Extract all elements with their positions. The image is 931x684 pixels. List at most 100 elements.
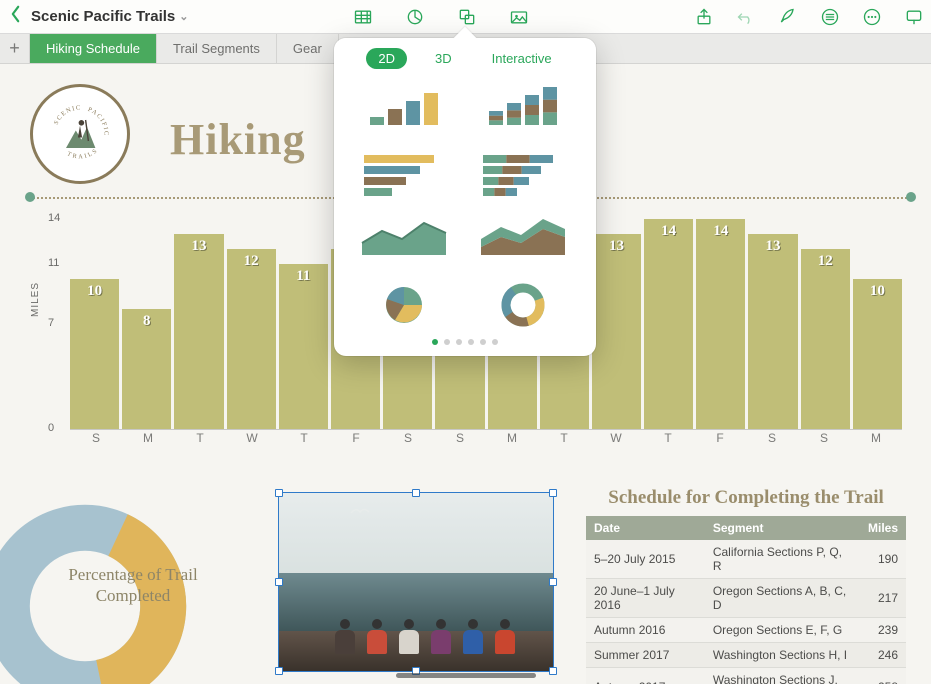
table-header[interactable]: Miles	[860, 516, 906, 540]
selection-handle[interactable]	[412, 489, 420, 497]
table-row[interactable]: 5–20 July 2015California Sections P, Q, …	[586, 540, 906, 579]
bar[interactable]: 8	[122, 309, 171, 429]
bar[interactable]: 12	[227, 249, 276, 429]
logo-badge: SCENIC PACIFIC TRAILS	[30, 84, 130, 184]
page-dot[interactable]	[432, 339, 438, 345]
insert-chart-button[interactable]	[404, 6, 426, 28]
chart-popover-tab[interactable]: Interactive	[480, 48, 564, 69]
bar[interactable]: 11	[279, 264, 328, 429]
add-sheet-button[interactable]: +	[0, 34, 30, 63]
page-dot[interactable]	[480, 339, 486, 345]
chart-thumb-bar-horizontal-stacked[interactable]	[477, 149, 569, 199]
table-header[interactable]: Date	[586, 516, 705, 540]
x-tick: T	[278, 431, 330, 445]
bar[interactable]: 10	[70, 279, 119, 429]
back-button[interactable]	[6, 5, 25, 29]
table-cell: 217	[860, 578, 906, 617]
bar[interactable]: 13	[748, 234, 797, 429]
y-tick: 7	[48, 317, 54, 329]
table-cell: 20 June–1 July 2016	[586, 578, 705, 617]
undo-button[interactable]	[735, 6, 757, 28]
selection-handle[interactable]	[275, 578, 283, 586]
new-comment-button[interactable]	[903, 6, 925, 28]
schedule-title: Schedule for Completing the Trail	[586, 487, 906, 510]
organize-button[interactable]	[819, 6, 841, 28]
chevron-left-icon	[10, 5, 21, 23]
sheet-tab[interactable]: Hiking Schedule	[30, 34, 157, 63]
x-tick: T	[174, 431, 226, 445]
chart-thumb-donut[interactable]	[477, 277, 569, 327]
table-cell: 190	[860, 540, 906, 579]
page-title: Hiking	[170, 114, 306, 165]
chart-thumb-pie[interactable]	[358, 277, 450, 327]
table-row[interactable]: Autumn 2017Washington Sections J, K, L25…	[586, 667, 906, 684]
page-dot[interactable]	[444, 339, 450, 345]
y-tick: 11	[48, 257, 59, 269]
document-title[interactable]: Scenic Pacific Trails ⌄	[31, 8, 188, 25]
table-cell: 258	[860, 667, 906, 684]
table-row[interactable]: Autumn 2016Oregon Sections E, F, G239	[586, 617, 906, 642]
bar-value-label: 12	[227, 253, 276, 270]
table-row[interactable]: 20 June–1 July 2016Oregon Sections A, B,…	[586, 578, 906, 617]
chart-popover-tab[interactable]: 3D	[423, 48, 464, 69]
chart-thumb-area-stacked[interactable]	[477, 213, 569, 263]
selection-handle[interactable]	[549, 578, 557, 586]
bar[interactable]: 14	[696, 219, 745, 429]
insert-table-button[interactable]	[352, 6, 374, 28]
insert-media-button[interactable]	[508, 6, 530, 28]
page-indicator[interactable]	[334, 331, 596, 355]
y-axis-label: MILES	[30, 281, 41, 316]
selection-handle[interactable]	[549, 667, 557, 675]
x-tick: S	[746, 431, 798, 445]
x-tick: S	[382, 431, 434, 445]
bar[interactable]: 13	[592, 234, 641, 429]
chart-popover-tab[interactable]: 2D	[366, 48, 407, 69]
undo-icon	[736, 7, 756, 27]
page-dot[interactable]	[468, 339, 474, 345]
format-brush-icon	[778, 7, 798, 27]
chevron-down-icon: ⌄	[179, 10, 188, 23]
sheet-tab[interactable]: Gear	[277, 34, 339, 63]
schedule-table[interactable]: DateSegmentMiles 5–20 July 2015Californi…	[586, 516, 906, 684]
selection-handle[interactable]	[275, 667, 283, 675]
bar-value-label: 13	[748, 238, 797, 255]
shapes-icon	[457, 7, 477, 27]
table-cell: 239	[860, 617, 906, 642]
bar[interactable]: 14	[644, 219, 693, 429]
svg-text:SCENIC: SCENIC	[53, 104, 82, 125]
person-silhouette	[398, 619, 420, 659]
selection-handle[interactable]	[549, 489, 557, 497]
page-dot[interactable]	[456, 339, 462, 345]
insert-shape-button[interactable]	[456, 6, 478, 28]
x-tick: M	[850, 431, 902, 445]
chart-icon	[405, 7, 425, 27]
sheet-tab[interactable]: Trail Segments	[157, 34, 277, 63]
more-button[interactable]	[861, 6, 883, 28]
chart-thumb-bar-vertical-stacked[interactable]	[477, 85, 569, 135]
x-axis: SMTWTFSSMTWTFSSM	[70, 431, 902, 445]
x-axis-line	[70, 429, 902, 430]
selection-handle[interactable]	[275, 489, 283, 497]
table-row[interactable]: Summer 2017Washington Sections H, I246	[586, 642, 906, 667]
chart-thumb-bar-vertical[interactable]	[358, 85, 450, 135]
person-silhouette	[366, 619, 388, 659]
bar[interactable]: 10	[853, 279, 902, 429]
bar[interactable]: 13	[174, 234, 223, 429]
bar-value-label: 8	[122, 313, 171, 330]
format-brush-button[interactable]	[777, 6, 799, 28]
donut-label: Percentage of Trail Completed	[68, 564, 198, 607]
table-header[interactable]: Segment	[705, 516, 860, 540]
app-window: Scenic Pacific Trails ⌄	[0, 0, 931, 684]
bar-value-label: 10	[70, 283, 119, 300]
table-icon	[353, 7, 373, 27]
x-tick: S	[798, 431, 850, 445]
bar[interactable]: 12	[801, 249, 850, 429]
person-silhouette	[494, 619, 516, 659]
x-tick: F	[694, 431, 746, 445]
chart-thumb-area-single[interactable]	[358, 213, 450, 263]
page-dot[interactable]	[492, 339, 498, 345]
photo-placeholder[interactable]	[278, 492, 554, 672]
chart-thumb-bar-horizontal[interactable]	[358, 149, 450, 199]
table-cell: Washington Sections H, I	[705, 642, 860, 667]
share-button[interactable]	[693, 6, 715, 28]
